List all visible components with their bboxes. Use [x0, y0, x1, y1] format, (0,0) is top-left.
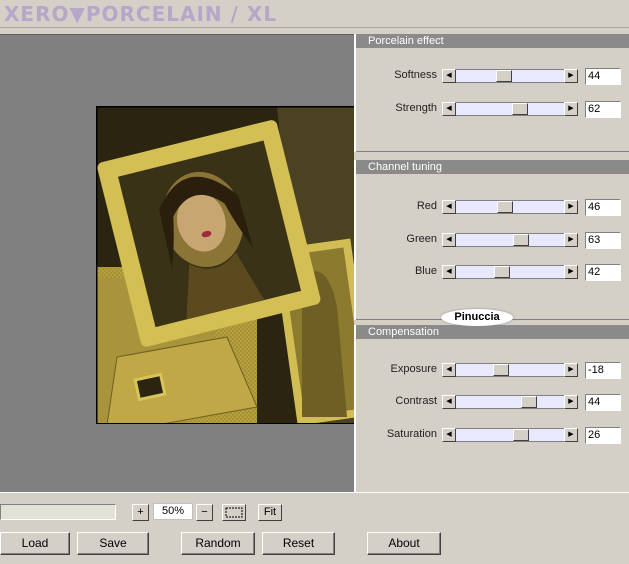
channel-tuning-header: Channel tuning	[356, 160, 629, 174]
preview-image[interactable]	[96, 106, 354, 424]
zoom-in-button[interactable]: +	[132, 504, 149, 521]
value-field[interactable]: 44	[585, 394, 621, 411]
value-field[interactable]: 63	[585, 232, 621, 249]
title-bar: XERO▼PORCELAIN / XL	[0, 0, 629, 28]
slider-thumb[interactable]	[513, 234, 529, 246]
slider-red: Red ◀ ▶ 46	[356, 199, 629, 216]
slider-blue: Blue ◀ ▶ 42	[356, 264, 629, 281]
slider-track[interactable]: ◀ ▶	[442, 428, 578, 442]
bottom-toolbar: + 50% − Fit Load Save Random Reset About	[0, 492, 629, 564]
arrow-left-icon[interactable]: ◀	[442, 200, 456, 214]
arrow-left-icon[interactable]: ◀	[442, 395, 456, 409]
actual-size-button[interactable]	[222, 504, 246, 521]
slider-label: Green	[406, 233, 437, 245]
actual-size-icon	[225, 507, 243, 518]
arrow-right-icon[interactable]: ▶	[564, 233, 578, 247]
slider-label: Saturation	[386, 428, 437, 440]
slider-thumb[interactable]	[494, 266, 510, 278]
arrow-left-icon[interactable]: ◀	[442, 363, 456, 377]
arrow-left-icon[interactable]: ◀	[442, 265, 456, 279]
random-button[interactable]: Random	[181, 532, 255, 555]
value-field[interactable]: 44	[585, 68, 621, 85]
slider-softness: Softness ◀ ▶ 44	[356, 68, 629, 85]
slider-contrast: Contrast ◀ ▶ 44	[356, 394, 629, 411]
porcelain-effect-body: Softness ◀ ▶ 44 Strength ◀ ▶ 62	[356, 48, 629, 152]
slider-label: Blue	[414, 265, 437, 277]
slider-label: Strength	[395, 102, 437, 114]
arrow-right-icon[interactable]: ▶	[564, 200, 578, 214]
slider-track[interactable]: ◀ ▶	[442, 233, 578, 247]
arrow-right-icon[interactable]: ▶	[564, 363, 578, 377]
zoom-level-field[interactable]: 50%	[153, 503, 193, 520]
arrow-left-icon[interactable]: ◀	[442, 233, 456, 247]
slider-track[interactable]: ◀ ▶	[442, 200, 578, 214]
arrow-right-icon[interactable]: ▶	[564, 395, 578, 409]
slider-thumb[interactable]	[521, 396, 537, 408]
slider-thumb[interactable]	[496, 70, 512, 82]
slider-thumb[interactable]	[512, 103, 528, 115]
arrow-left-icon[interactable]: ◀	[442, 69, 456, 83]
preview-image-graphic	[97, 107, 354, 423]
channel-tuning-panel: Channel tuning Red ◀ ▶ 46 Green ◀ ▶ 63 B…	[354, 160, 629, 320]
slider-strength: Strength ◀ ▶ 62	[356, 101, 629, 118]
arrow-left-icon[interactable]: ◀	[442, 428, 456, 442]
arrow-right-icon[interactable]: ▶	[564, 428, 578, 442]
slider-track[interactable]: ◀ ▶	[442, 265, 578, 279]
slider-label: Contrast	[395, 395, 437, 407]
porcelain-effect-panel: Porcelain effect Softness ◀ ▶ 44 Strengt…	[354, 34, 629, 152]
reset-button[interactable]: Reset	[262, 532, 335, 555]
slider-label: Softness	[394, 69, 437, 81]
value-field[interactable]: 26	[585, 427, 621, 444]
slider-label: Red	[416, 200, 437, 212]
porcelain-effect-header: Porcelain effect	[356, 34, 629, 48]
arrow-right-icon[interactable]: ▶	[564, 102, 578, 116]
save-button[interactable]: Save	[77, 532, 149, 555]
fit-button[interactable]: Fit	[258, 504, 282, 521]
compensation-body: Exposure ◀ ▶ -18 Contrast ◀ ▶ 44 Saturat…	[356, 339, 629, 492]
arrow-left-icon[interactable]: ◀	[442, 102, 456, 116]
value-field[interactable]: 42	[585, 264, 621, 281]
progress-bar	[0, 504, 116, 520]
channel-tuning-body: Red ◀ ▶ 46 Green ◀ ▶ 63 Blue ◀ ▶ 42	[356, 174, 629, 320]
compensation-panel: Compensation Exposure ◀ ▶ -18 Contrast ◀…	[354, 325, 629, 492]
slider-exposure: Exposure ◀ ▶ -18	[356, 362, 629, 379]
arrow-right-icon[interactable]: ▶	[564, 69, 578, 83]
watermark-logo: Pinuccia	[441, 309, 513, 326]
preview-area[interactable]	[0, 34, 354, 492]
value-field[interactable]: -18	[585, 362, 621, 379]
slider-thumb[interactable]	[513, 429, 529, 441]
compensation-header: Compensation	[356, 325, 629, 339]
value-field[interactable]: 46	[585, 199, 621, 216]
slider-track[interactable]: ◀ ▶	[442, 395, 578, 409]
slider-label: Exposure	[390, 363, 437, 375]
slider-track[interactable]: ◀ ▶	[442, 102, 578, 116]
slider-green: Green ◀ ▶ 63	[356, 232, 629, 249]
slider-thumb[interactable]	[493, 364, 509, 376]
about-button[interactable]: About	[367, 532, 441, 555]
arrow-right-icon[interactable]: ▶	[564, 265, 578, 279]
slider-track[interactable]: ◀ ▶	[442, 363, 578, 377]
slider-thumb[interactable]	[497, 201, 513, 213]
app-title: XERO▼PORCELAIN / XL	[4, 2, 278, 26]
slider-track[interactable]: ◀ ▶	[442, 69, 578, 83]
value-field[interactable]: 62	[585, 101, 621, 118]
load-button[interactable]: Load	[0, 532, 70, 555]
zoom-out-button[interactable]: −	[196, 504, 213, 521]
slider-saturation: Saturation ◀ ▶ 26	[356, 427, 629, 444]
